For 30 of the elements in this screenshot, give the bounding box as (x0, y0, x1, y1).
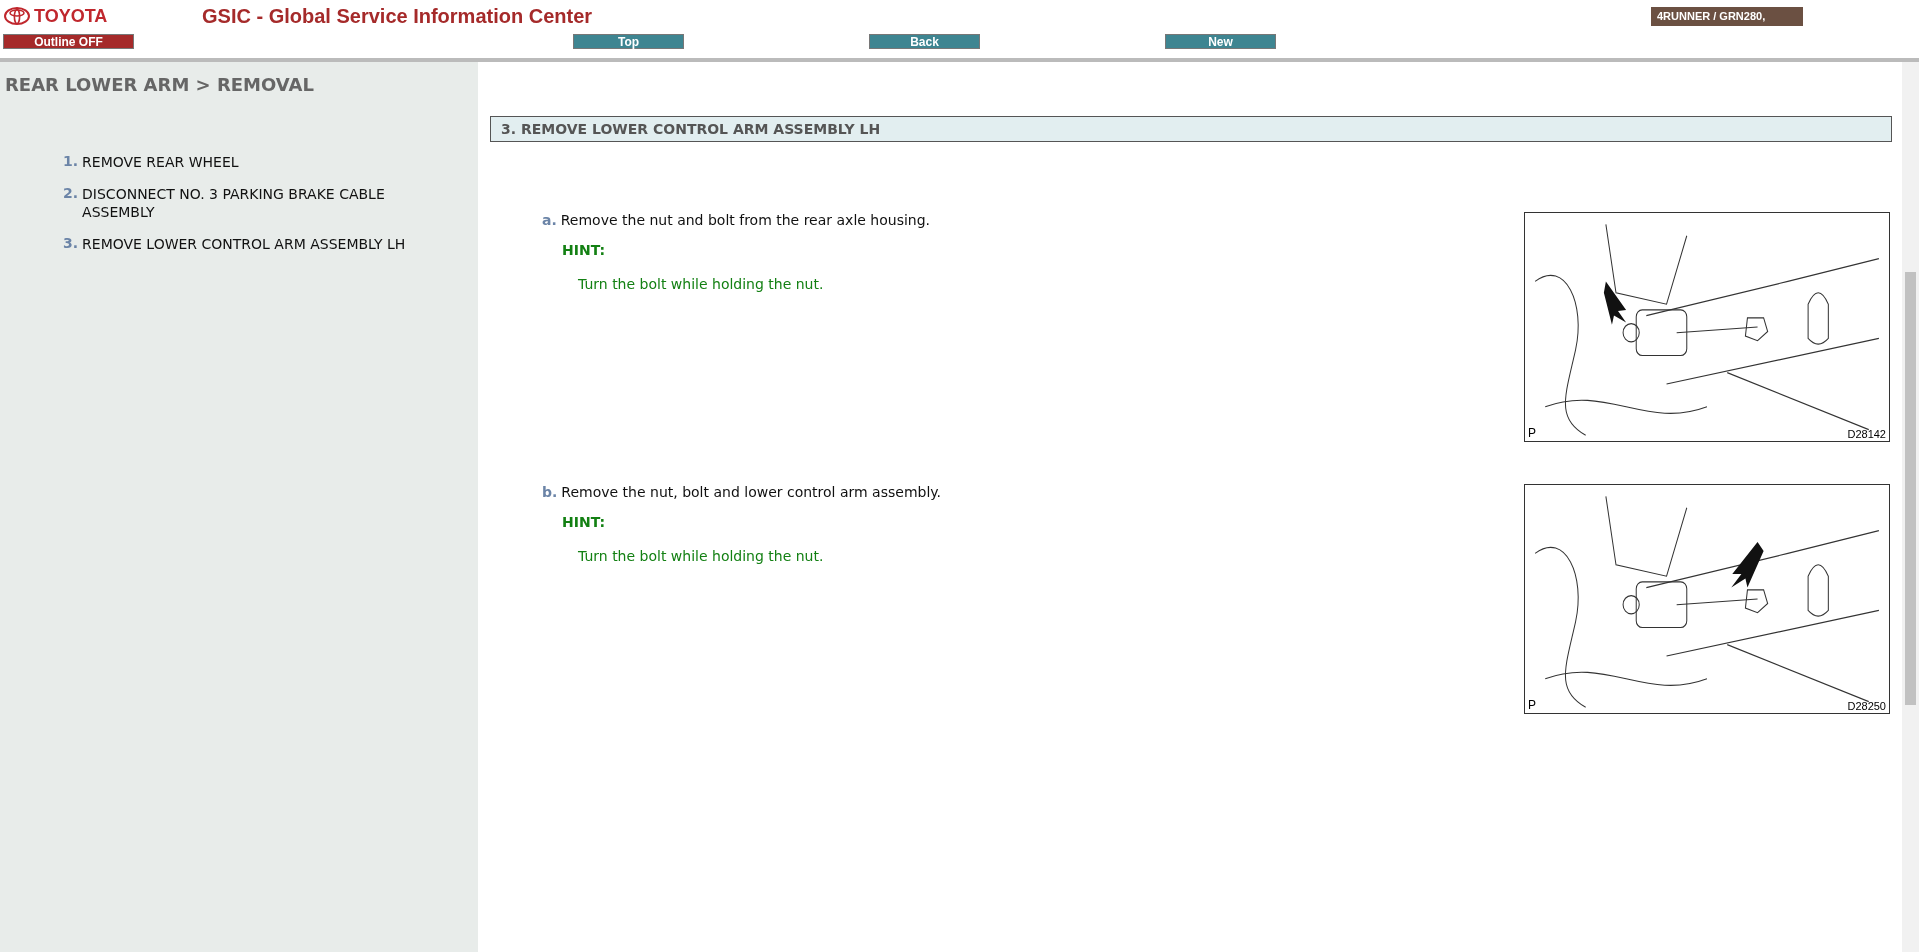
step-number: 3. (63, 235, 79, 253)
hint-label: HINT: (562, 242, 607, 258)
scrollbar-thumb[interactable] (1905, 272, 1916, 705)
step-letter: b. (542, 484, 558, 500)
step-text: Remove the nut, bolt and lower control arm assembly. (561, 484, 942, 500)
outline-link[interactable]: DISCONNECT NO. 3 PARKING BRAKE CABLE ASSEMBLY (82, 185, 443, 221)
figure-corner-label: P (1528, 698, 1536, 712)
outline-toggle-button[interactable]: Outline OFF (3, 33, 134, 49)
brand-name: TOYOTA (34, 5, 108, 27)
toyota-emblem-icon (4, 7, 30, 25)
figure-corner-label: P (1528, 426, 1536, 440)
figure-code: D28250 (1847, 700, 1886, 712)
vehicle-label: 4RUNNER / GRN280, (1651, 6, 1803, 26)
hint-text: Turn the bolt while holding the nut. (578, 276, 825, 292)
scrollbar[interactable] (1902, 62, 1919, 952)
step-number: 1. (63, 153, 79, 171)
outline-link[interactable]: REMOVE LOWER CONTROL ARM ASSEMBLY LH (82, 235, 406, 253)
step-number: 2. (63, 185, 79, 203)
section-title: 3. REMOVE LOWER CONTROL ARM ASSEMBLY LH (490, 116, 1892, 142)
hint-label: HINT: (562, 514, 607, 530)
hint-text: Turn the bolt while holding the nut. (578, 548, 825, 564)
step-letter: a. (542, 212, 557, 228)
page-heading: REAR LOWER ARM > REMOVAL (5, 74, 315, 95)
outline-link[interactable]: REMOVE REAR WHEEL (82, 153, 239, 171)
app-title: GSIC - Global Service Information Center (202, 4, 593, 28)
nav-button[interactable]: Top (573, 33, 684, 49)
figure-code: D28142 (1847, 428, 1886, 440)
nav-button[interactable]: New (1165, 33, 1276, 49)
step-text: Remove the nut and bolt from the rear axle housing. (560, 212, 931, 228)
nav-button[interactable]: Back (869, 33, 980, 49)
